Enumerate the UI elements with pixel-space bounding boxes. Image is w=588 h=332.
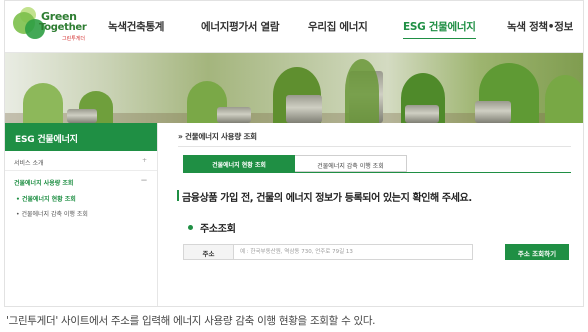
sidebar-item-label: 서비스 소개: [14, 160, 44, 167]
image-caption: '그린투게더' 사이트에서 주소를 입력해 에너지 사용량 감축 이행 현황을 …: [6, 315, 376, 327]
plant-icon: [345, 59, 379, 123]
tab-energy-status[interactable]: 건물에너지 현황 조회: [183, 155, 295, 172]
collapse-icon: —: [141, 177, 147, 184]
address-search-button[interactable]: 주소 조회하기: [505, 244, 569, 260]
address-search-row: 주소: [183, 244, 473, 260]
coin-stack-icon: [217, 107, 251, 123]
plant-icon: [545, 75, 583, 123]
expand-icon: +: [141, 157, 147, 164]
nav-item-esg-building-energy[interactable]: ESG 건물에너지: [403, 19, 476, 39]
plant-icon: [23, 83, 63, 123]
site-header: Green Together 그린투게더 녹색건축통계 에너지평가서 열람 우리…: [5, 1, 583, 53]
sidebar-item-label: 건물에너지 사용량 조회: [14, 180, 74, 187]
sidebar-item-energy-usage[interactable]: 건물에너지 사용량 조회 —: [5, 171, 157, 191]
notice-accent-bar: [177, 190, 179, 201]
nav-item-energy-report[interactable]: 에너지평가서 열람: [201, 19, 280, 34]
nav-item-green-policy[interactable]: 녹색 정책•정보: [507, 19, 573, 34]
sidebar-item-service-intro[interactable]: 서비스 소개 +: [5, 151, 157, 171]
logo-subtext: 그린투게더: [62, 36, 86, 42]
nav-item-home-energy[interactable]: 우리집 에너지: [308, 19, 368, 34]
hero-banner-image: [5, 53, 583, 123]
sidebar-subitem-energy-status[interactable]: • 건물에너지 현황 조회: [5, 191, 157, 206]
sidebar-title: ESG 건물에너지: [5, 123, 157, 151]
coin-stack-icon: [67, 109, 97, 123]
coin-stack-icon: [405, 105, 439, 123]
dot-icon: [188, 225, 193, 230]
coin-stack-icon: [475, 101, 511, 123]
logo-text-line2: Together: [39, 22, 87, 33]
divider: [178, 146, 571, 147]
tabs-underline: [183, 172, 571, 173]
screenshot-frame: Green Together 그린투게더 녹색건축통계 에너지평가서 열람 우리…: [4, 0, 584, 307]
coin-stack-icon: [286, 95, 322, 123]
address-label: 주소: [184, 245, 234, 259]
section-title-address: 주소조회: [200, 224, 236, 235]
address-input[interactable]: [237, 245, 471, 259]
green-together-logo[interactable]: Green Together 그린투게더: [13, 7, 93, 45]
notice-text: 금융상품 가입 전, 건물의 에너지 정보가 등록되어 있는지 확인해 주세요.: [182, 193, 472, 204]
main-content: » 건물에너지 사용량 조회 건물에너지 현황 조회 건물에너지 감축 이행 조…: [158, 123, 583, 306]
breadcrumb: » 건물에너지 사용량 조회: [178, 132, 257, 141]
nav-item-green-building-stats[interactable]: 녹색건축통계: [108, 19, 164, 34]
sidebar: ESG 건물에너지 서비스 소개 + 건물에너지 사용량 조회 — • 건물에너…: [5, 123, 158, 306]
tab-energy-reduction[interactable]: 건물에너지 감축 이행 조회: [295, 155, 407, 172]
sidebar-subitem-energy-reduction[interactable]: • 건물에너지 감축 이행 조회: [5, 206, 157, 221]
